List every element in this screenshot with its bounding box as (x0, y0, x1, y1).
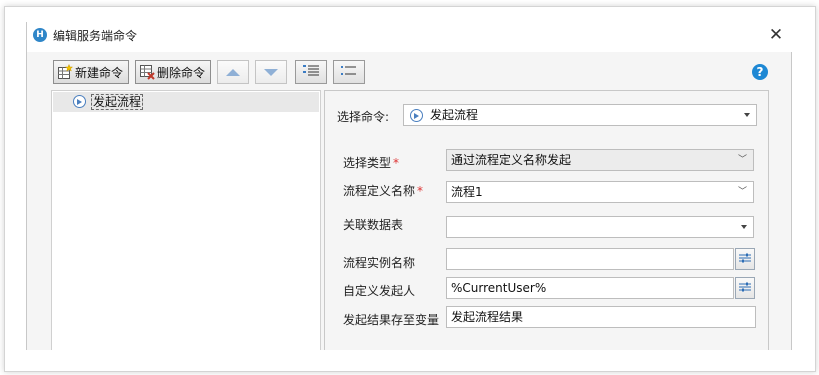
arrow-down-icon (264, 68, 278, 76)
new-document-icon (57, 63, 74, 80)
dropdown-caret-icon (744, 113, 750, 117)
move-down-button[interactable] (255, 60, 287, 84)
required-mark: * (393, 156, 400, 170)
flow-definition-name-label: 流程定义名称 * (343, 182, 423, 199)
select-command-label: 选择命令: (337, 110, 390, 124)
start-process-icon (73, 95, 86, 108)
toolbar: 新建命令 删除命令 ? (27, 52, 793, 90)
delete-command-label: 删除命令 (157, 65, 206, 80)
select-type-dropdown[interactable]: 通过流程定义名称发起 ﹀ (446, 149, 754, 171)
delete-command-button[interactable]: 删除命令 (135, 60, 211, 84)
new-command-label: 新建命令 (75, 65, 124, 80)
flow-definition-name-combo[interactable]: 流程1 ﹀ (446, 181, 754, 203)
result-variable-input[interactable]: 发起流程结果 (446, 306, 756, 328)
title-bar: H 编辑服务端命令 ✕ (27, 22, 793, 52)
dropdown-caret-icon (741, 225, 747, 229)
select-type-label-text: 选择类型 (343, 156, 392, 170)
flow-instance-name-input[interactable] (446, 248, 734, 270)
formula-editor-button[interactable] (735, 277, 755, 299)
formula-editor-icon (739, 252, 751, 266)
arrow-up-icon (226, 68, 240, 76)
dialog-title: 编辑服务端命令 (53, 29, 138, 43)
new-command-button[interactable]: 新建命令 (53, 60, 129, 84)
outdent-list-icon (341, 64, 357, 81)
select-type-value: 通过流程定义名称发起 (451, 153, 572, 167)
tree-item-label: 发起流程 (91, 94, 144, 110)
chevron-down-icon: ﹀ (737, 155, 747, 165)
flow-definition-name-value: 流程1 (451, 185, 483, 199)
select-command-dropdown[interactable]: 发起流程 (403, 104, 757, 126)
tree-item[interactable]: 发起流程 (53, 92, 319, 112)
help-icon[interactable]: ? (752, 64, 768, 80)
select-type-label: 选择类型 * (343, 154, 399, 171)
command-tree: 发起流程 (51, 90, 321, 350)
flow-definition-name-label-text: 流程定义名称 (343, 184, 416, 198)
custom-initiator-input[interactable]: %CurrentUser% (446, 277, 734, 299)
indent-list-icon (303, 64, 319, 81)
start-process-icon (410, 109, 423, 122)
result-variable-label: 发起结果存至变量 (343, 313, 440, 327)
chevron-down-icon: ﹀ (737, 187, 747, 197)
edit-server-command-dialog: H 编辑服务端命令 ✕ 新建命令 删除命令 ? 发起流程 选择命令: 发起流程 … (26, 22, 793, 350)
custom-initiator-label: 自定义发起人 (343, 284, 416, 298)
related-table-label: 关联数据表 (343, 218, 404, 232)
app-logo-icon: H (33, 28, 47, 42)
close-button[interactable]: ✕ (766, 25, 786, 45)
select-command-value: 发起流程 (430, 108, 479, 122)
required-mark: * (417, 184, 424, 198)
related-table-dropdown[interactable] (446, 216, 754, 238)
outdent-button[interactable] (333, 60, 365, 84)
command-properties-panel: 选择命令: 发起流程 选择类型 * 通过流程定义名称发起 ﹀ 流程定义名称 * 流程… (324, 90, 769, 350)
move-up-button[interactable] (217, 60, 249, 84)
formula-editor-icon (739, 281, 751, 295)
indent-button[interactable] (295, 60, 327, 84)
formula-editor-button[interactable] (735, 248, 755, 270)
delete-document-icon (139, 64, 155, 80)
flow-instance-name-label: 流程实例名称 (343, 256, 416, 270)
